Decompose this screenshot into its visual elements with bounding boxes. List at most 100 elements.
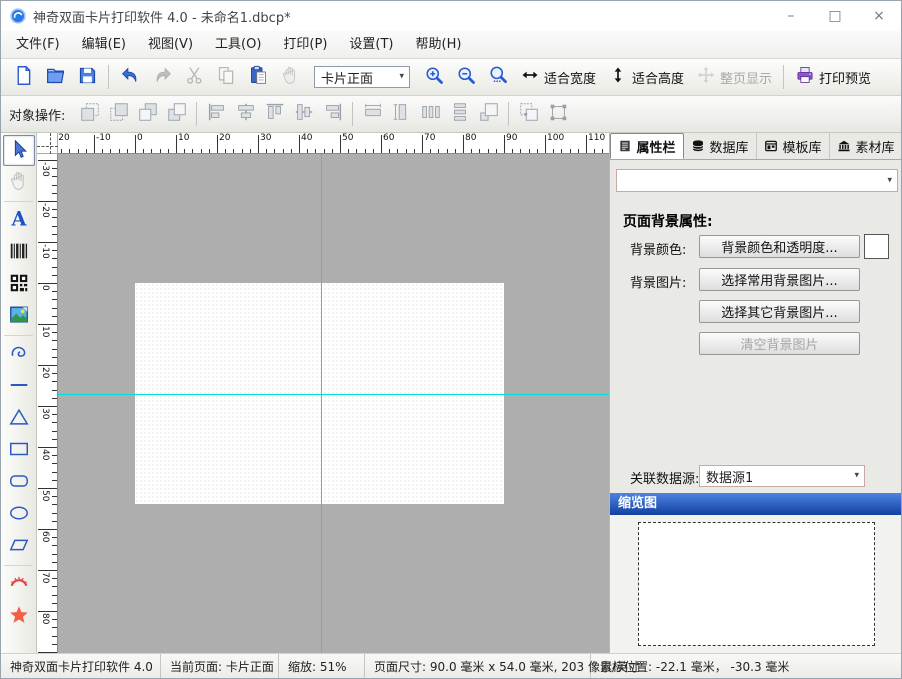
tab-templates[interactable]: 模板库 (757, 133, 830, 159)
ruler-label: 50 (342, 133, 353, 143)
select-tool[interactable] (3, 135, 35, 166)
ruler-label: 30 (260, 133, 271, 143)
ruler-label: -30 (40, 162, 50, 177)
zoom-ratio-button[interactable] (482, 61, 514, 93)
triangle-tool[interactable] (3, 403, 35, 434)
star-tool[interactable] (3, 601, 35, 632)
bring-to-front-button (75, 100, 104, 128)
ruler-label: 60 (383, 133, 394, 143)
zoom-out-button[interactable] (450, 61, 482, 93)
status-mouse-position: 鼠标位置: -22.1 毫米， -30.3 毫米 (591, 654, 901, 679)
fit-page-label: 整页显示 (720, 68, 772, 87)
paste-button[interactable] (242, 61, 274, 93)
save-file-button[interactable] (71, 61, 103, 93)
zoom-in-button[interactable] (418, 61, 450, 93)
redo-button (146, 61, 178, 93)
ruler-tick (217, 135, 218, 154)
maximize-button[interactable]: □ (813, 1, 857, 31)
chevron-down-icon: ▾ (399, 71, 404, 81)
menu-item-view[interactable]: 视图(V) (137, 31, 204, 58)
tab-materials[interactable]: 素材库 (830, 133, 902, 159)
menu-item-print[interactable]: 打印(P) (272, 31, 338, 58)
minimize-button[interactable]: – (769, 1, 813, 31)
qrcode-icon (8, 272, 30, 298)
stamp-tool[interactable] (3, 569, 35, 600)
undo-icon (120, 65, 141, 90)
ellipse-tool[interactable] (3, 499, 35, 530)
ruler-tick (38, 488, 58, 489)
tab-database[interactable]: 数据库 (684, 133, 757, 159)
datasource-combo[interactable]: 数据源1 ▾ (699, 465, 865, 487)
choose-common-bg-button[interactable]: 选择常用背景图片... (699, 268, 860, 291)
properties-panel: ▾ 页面背景属性: 背景颜色: 背景颜色和透明度... 背景图片: 选择常用背景… (610, 159, 902, 653)
line-tool[interactable] (3, 371, 35, 402)
parallelogram-tool[interactable] (3, 531, 35, 562)
bring-forward-icon (137, 101, 159, 127)
object-selector-combo[interactable]: ▾ (616, 169, 898, 192)
status-current-page: 当前页面: 卡片正面 (161, 654, 279, 679)
print-preview-button[interactable]: 打印预览 (789, 62, 877, 92)
menu-item-tools[interactable]: 工具(O) (204, 31, 272, 58)
rounded-rect-icon (8, 470, 30, 496)
ruler-label: 20 (219, 133, 230, 143)
qrcode-tool[interactable] (3, 269, 35, 300)
menu-item-help[interactable]: 帮助(H) (405, 31, 473, 58)
center-guide-vertical (321, 154, 322, 653)
bring-forward-button (133, 100, 162, 128)
fit-width-button[interactable]: 适合宽度 (514, 62, 602, 92)
equal-h-spacing-icon (420, 101, 442, 127)
new-file-button[interactable] (7, 61, 39, 93)
equal-h-spacing-button (416, 100, 445, 128)
delete-button (274, 61, 306, 93)
send-to-back-button (104, 100, 133, 128)
fit-height-button[interactable]: 适合高度 (602, 62, 690, 92)
barcode-tool[interactable] (3, 237, 35, 268)
object-toolbar: 对象操作: (1, 96, 901, 133)
thumbnail-card (638, 522, 875, 646)
close-button[interactable]: × (857, 1, 901, 31)
printer-icon (795, 65, 815, 89)
arrow-h-icon (520, 65, 540, 89)
align-left-button (202, 100, 231, 128)
rounded-rect-tool[interactable] (3, 467, 35, 498)
curve-icon (8, 342, 30, 368)
same-width-button (358, 100, 387, 128)
ruler-label: 80 (40, 613, 50, 624)
design-canvas[interactable] (58, 154, 609, 653)
toolbar-separator (508, 102, 509, 126)
menu-item-edit[interactable]: 编辑(E) (71, 31, 137, 58)
text-tool[interactable]: A (3, 205, 35, 236)
window-title: 神奇双面卡片打印软件 4.0 - 未命名1.dbcp* (33, 7, 291, 26)
tab-label: 素材库 (855, 137, 894, 156)
rectangle-tool[interactable] (3, 435, 35, 466)
ruler-tick (299, 135, 300, 154)
multi-select-button (514, 100, 543, 128)
menu-item-settings[interactable]: 设置(T) (338, 31, 404, 58)
chevron-down-icon: ▾ (887, 175, 892, 185)
open-file-button[interactable] (39, 61, 71, 93)
ruler-tick (38, 365, 58, 366)
send-backward-button (162, 100, 191, 128)
choose-other-bg-button[interactable]: 选择其它背景图片... (699, 300, 860, 323)
tab-properties[interactable]: 属性栏 (610, 133, 684, 159)
bg-color-button[interactable]: 背景颜色和透明度... (699, 235, 860, 258)
svg-text:A: A (10, 208, 27, 230)
thumbnail-header: 缩览图 (610, 493, 902, 515)
image-icon (8, 304, 30, 330)
properties-icon (618, 139, 632, 153)
ruler-label: 90 (506, 133, 517, 143)
section-title: 页面背景属性: (623, 211, 713, 231)
equal-v-spacing-button (445, 100, 474, 128)
ruler-label: 60 (40, 531, 50, 542)
ruler-label: 40 (301, 133, 312, 143)
align-middle-button (289, 100, 318, 128)
menu-item-file[interactable]: 文件(F) (5, 31, 71, 58)
page-selector-combo[interactable]: 卡片正面▾ (314, 66, 410, 88)
toolbar-separator (352, 102, 353, 126)
curve-tool[interactable] (3, 339, 35, 370)
image-tool[interactable] (3, 301, 35, 332)
menu-bar: 文件(F)编辑(E)视图(V)工具(O)打印(P)设置(T)帮助(H) (1, 31, 901, 59)
undo-button[interactable] (114, 61, 146, 93)
bg-color-swatch[interactable] (864, 234, 889, 259)
ruler-label: -10 (96, 133, 111, 143)
